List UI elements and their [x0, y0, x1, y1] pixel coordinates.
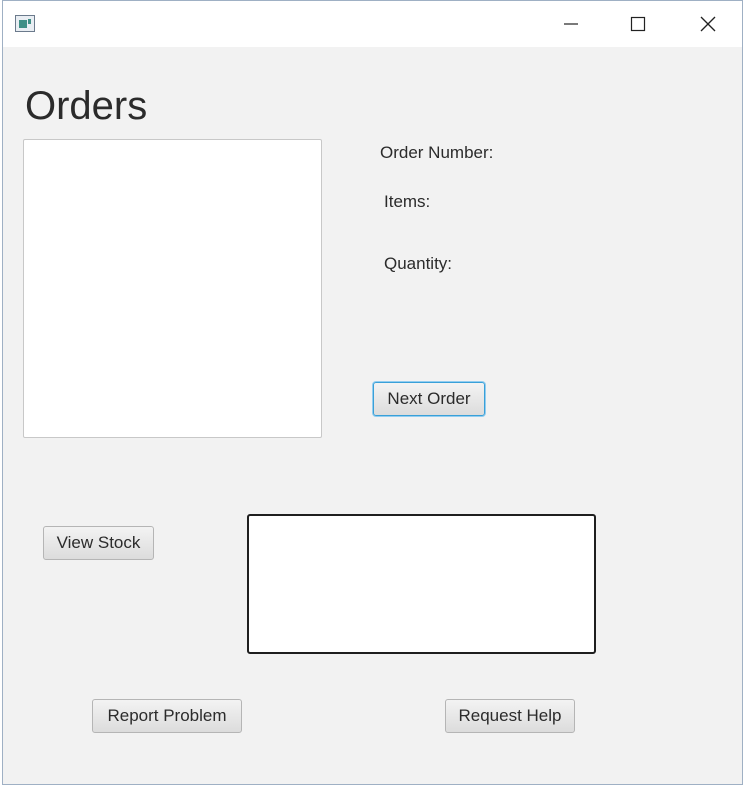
report-problem-button[interactable]: Report Problem	[92, 699, 242, 733]
request-help-button[interactable]: Request Help	[445, 699, 575, 733]
next-order-button[interactable]: Next Order	[373, 382, 485, 416]
minimize-button[interactable]	[536, 1, 606, 47]
close-icon	[700, 16, 716, 32]
maximize-button[interactable]	[603, 1, 673, 47]
minimize-icon	[564, 23, 578, 25]
title-bar	[3, 1, 742, 47]
view-stock-button[interactable]: View Stock	[43, 526, 154, 560]
items-label: Items:	[384, 192, 431, 211]
notes-textarea[interactable]	[247, 514, 596, 654]
orders-list[interactable]	[23, 139, 322, 438]
app-window-icon	[15, 15, 35, 32]
order-number-label: Order Number:	[380, 143, 494, 162]
quantity-label: Quantity:	[384, 254, 453, 273]
maximize-icon	[630, 16, 646, 32]
page-title: Orders	[25, 84, 148, 128]
app-window: Orders Order Number: Items: Quantity: Ne…	[2, 0, 743, 785]
close-button[interactable]	[673, 1, 743, 47]
